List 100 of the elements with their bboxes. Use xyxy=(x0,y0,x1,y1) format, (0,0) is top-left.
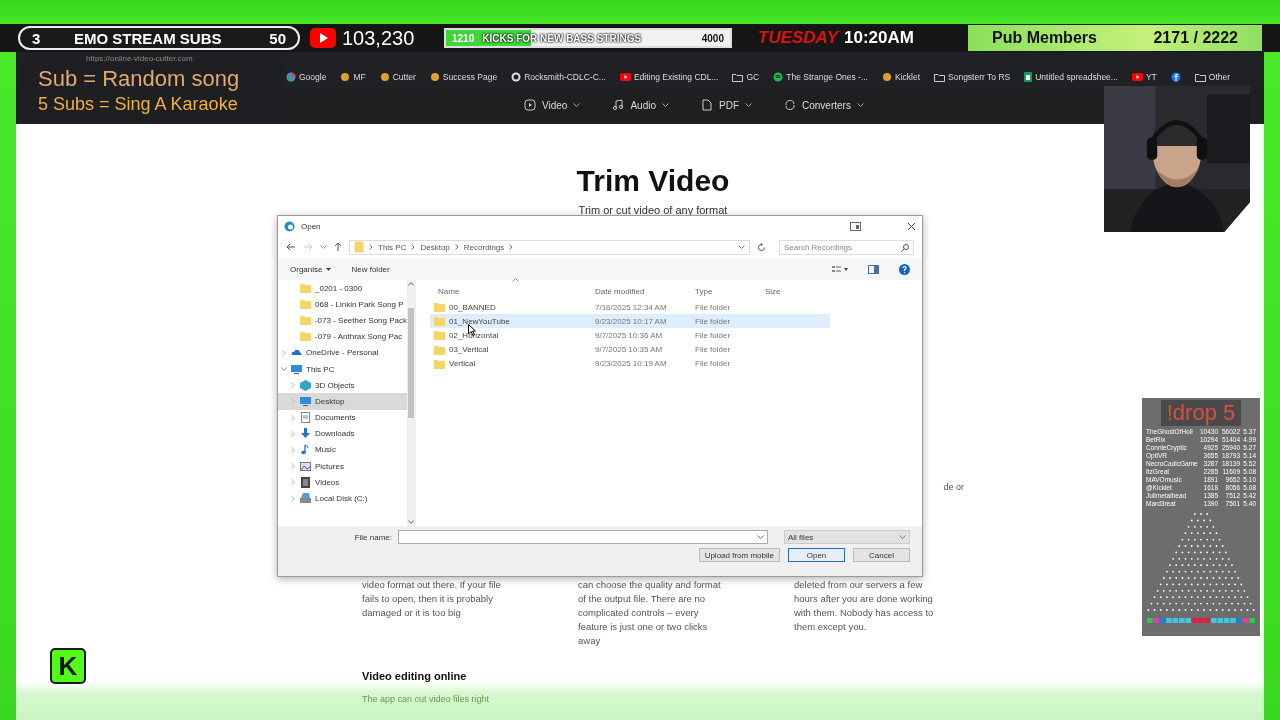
goal-current: 1210 xyxy=(452,32,475,44)
tree-item[interactable]: Music xyxy=(278,441,407,459)
bookmark[interactable]: Songsterr To RS xyxy=(934,72,1011,82)
scrollbar[interactable] xyxy=(407,280,415,526)
up-arrow-icon[interactable] xyxy=(334,242,342,252)
bookmark[interactable]: The Strange Ones -... xyxy=(773,72,868,82)
bookmark[interactable]: Cutter xyxy=(379,72,416,82)
address-text[interactable]: https://online-video-cutter.com xyxy=(16,54,1264,66)
feature-text: video format out there. If your file fails to open, then it is probably damaged or it is too big xyxy=(362,578,502,620)
bookmark[interactable]: Untitled spreadshee... xyxy=(1024,72,1118,82)
music-icon xyxy=(773,72,784,82)
tablet-icon[interactable] xyxy=(850,221,861,231)
chevron-icon xyxy=(290,479,296,486)
dialog-title: Open xyxy=(301,221,321,231)
bookmark[interactable]: Success Page xyxy=(429,72,498,82)
close-icon[interactable] xyxy=(907,221,916,231)
tree-item[interactable]: -079 - Anthrax Song Pac xyxy=(278,328,407,345)
folder-icon xyxy=(434,316,445,327)
scroll-thumb[interactable] xyxy=(408,308,414,418)
chevron-icon xyxy=(290,430,296,437)
search-field[interactable]: Search Recordings xyxy=(779,239,914,255)
members-label: Pub Members xyxy=(992,29,1097,47)
google-icon xyxy=(286,72,296,82)
refresh-icon[interactable] xyxy=(757,242,766,252)
cube-icon xyxy=(300,379,311,391)
tree-item[interactable]: Downloads xyxy=(278,425,407,442)
tree-item[interactable]: Desktop xyxy=(278,393,407,410)
tree-item[interactable]: Pictures xyxy=(278,458,407,475)
organise-menu[interactable]: Organise xyxy=(290,264,332,274)
bookmark[interactable]: MF xyxy=(340,72,366,82)
dot-icon xyxy=(340,72,351,82)
file-row[interactable]: 02_Horizontal 9/7/2025 10:36 AM File folder xyxy=(430,328,830,343)
view-options-icon[interactable] xyxy=(832,265,848,273)
tree-item[interactable]: Videos xyxy=(278,474,407,491)
nav-menu-item[interactable]: Video xyxy=(524,99,581,111)
breadcrumb[interactable]: Desktop xyxy=(420,242,450,252)
tree-item[interactable]: OneDrive - Personal xyxy=(278,344,407,361)
file-row[interactable]: Vertical 9/23/2025 10:19 AM File folder xyxy=(430,356,830,371)
column-header[interactable]: Date modified xyxy=(595,287,695,296)
field-label: File name: xyxy=(354,532,392,542)
tree-item[interactable]: Documents xyxy=(278,409,407,426)
help-icon[interactable] xyxy=(899,263,910,275)
dialog-button[interactable]: Upload from mobile xyxy=(698,548,780,562)
date-cell-text: 9/7/2025 10:36 AM xyxy=(595,330,664,340)
film-icon xyxy=(300,476,311,488)
folder-icon xyxy=(300,331,311,343)
section-heading: Video editing online xyxy=(362,670,468,682)
chevron-icon xyxy=(745,102,752,108)
tree-item[interactable]: 3D Objects xyxy=(278,377,407,394)
nav-menu-item[interactable]: Converters xyxy=(784,99,864,111)
type-cell-text: File folder xyxy=(695,345,732,355)
preview-pane-icon[interactable] xyxy=(868,264,879,274)
dialog-button[interactable]: Cancel xyxy=(853,548,910,562)
chevron-icon xyxy=(290,446,296,453)
chevron-icon[interactable] xyxy=(320,244,327,250)
chevron-icon xyxy=(290,495,296,502)
column-header[interactable]: Name xyxy=(430,287,595,296)
breadcrumb[interactable]: Recordings xyxy=(463,242,505,252)
dot-icon xyxy=(379,72,390,82)
tree-item[interactable]: -073 - Seether Song Pack xyxy=(278,312,407,329)
back-arrow-icon[interactable] xyxy=(286,243,296,251)
type-cell-text: File folder xyxy=(695,330,732,340)
nav-menu-item[interactable]: Audio xyxy=(612,99,669,111)
chevron-icon xyxy=(856,102,864,108)
sub-goal-label: EMO STREAM SUBS xyxy=(74,29,223,47)
breadcrumb[interactable]: This PC xyxy=(378,242,407,252)
folder-icon xyxy=(434,344,445,355)
open-button[interactable]: Open xyxy=(788,548,845,562)
address-field[interactable]: This PC Desktop Recordings xyxy=(349,239,750,255)
column-header[interactable]: Type xyxy=(695,287,765,296)
bookmark[interactable]: YT xyxy=(1131,72,1157,82)
bookmark[interactable]: Kicklet xyxy=(881,72,920,82)
file-name-field[interactable] xyxy=(398,530,768,544)
tree-item[interactable]: 068 - Linkin Park Song P xyxy=(278,296,407,313)
chevron-icon xyxy=(757,534,764,540)
game-title: !drop 5 xyxy=(1160,400,1242,426)
sub-count: 3 xyxy=(32,29,42,47)
tree-item[interactable]: _0201 - 0300 xyxy=(278,280,407,297)
column-header[interactable]: Size xyxy=(765,287,795,296)
chevron-right-icon xyxy=(369,244,373,250)
bookmark[interactable]: Other xyxy=(1194,72,1231,82)
browser-logo-icon xyxy=(284,220,295,232)
sheet-icon xyxy=(1024,72,1033,82)
bookmark[interactable]: Editing Existing CDL... xyxy=(619,72,719,82)
nav-menu-item[interactable]: PDF xyxy=(701,99,752,111)
chevron-right-icon xyxy=(509,244,514,250)
bookmark[interactable]: Google xyxy=(286,72,327,82)
tree-item[interactable]: Local Disk (C:) xyxy=(278,490,407,507)
file-type-dropdown[interactable]: All files xyxy=(784,530,910,544)
date-cell-text: 7/16/2025 12:34 AM xyxy=(595,302,668,312)
facebook-icon[interactable] xyxy=(1170,72,1181,82)
new-folder-button[interactable]: New folder xyxy=(351,264,390,274)
chevron-icon xyxy=(281,366,287,373)
video-icon xyxy=(524,99,536,111)
bookmark[interactable]: Rocksmith-CDLC-C... xyxy=(511,72,606,82)
file-row[interactable]: 01_NewYouTube 9/23/2025 10:17 AM File folder xyxy=(430,314,830,329)
tree-item[interactable]: This PC xyxy=(278,360,407,378)
bookmark[interactable]: GC xyxy=(732,72,760,82)
file-row[interactable]: 00_BANNED 7/16/2025 12:34 AM File folder xyxy=(430,300,830,315)
file-row[interactable]: 03_Vertical 9/7/2025 10:35 AM File folder xyxy=(430,342,830,357)
